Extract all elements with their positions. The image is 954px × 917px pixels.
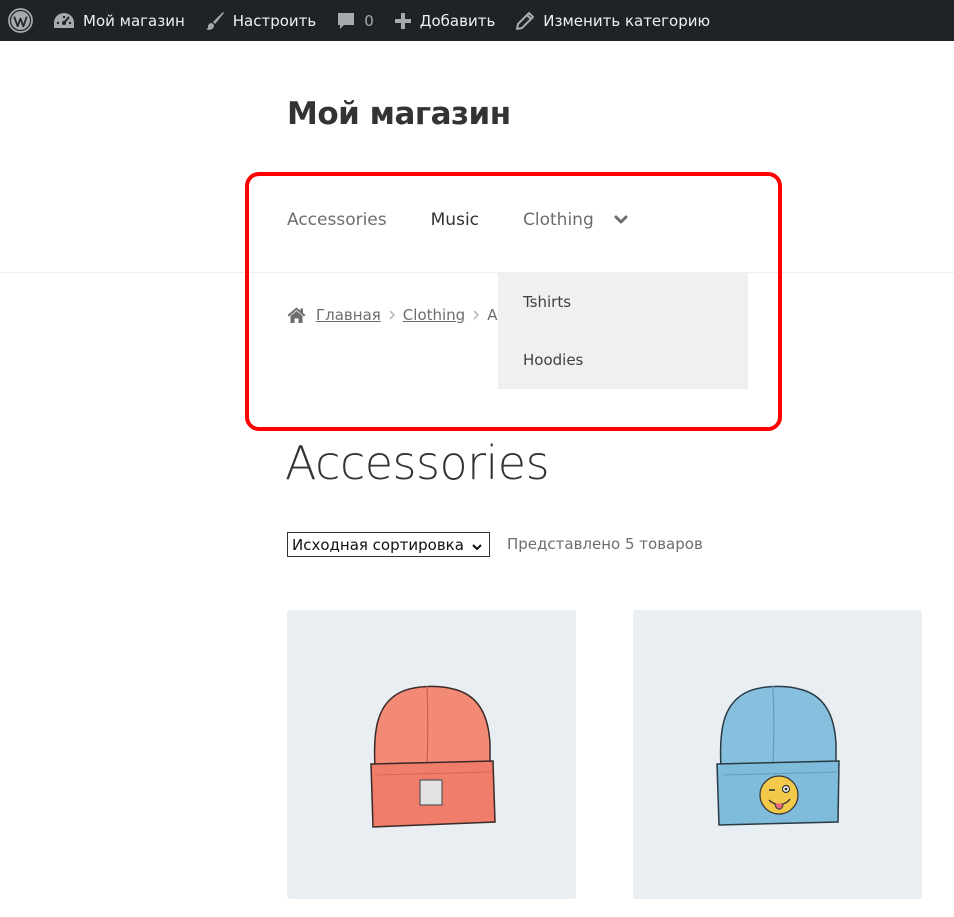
sort-select[interactable]: Исходная сортировка <box>287 532 490 557</box>
primary-navigation: Accessories Music Clothing <box>287 210 628 230</box>
breadcrumb: Главная Clothing Accessories <box>287 306 509 324</box>
page-title: Accessories <box>285 436 550 490</box>
customize-menu[interactable]: Настроить <box>195 0 326 41</box>
clothing-submenu: Tshirts Hoodies <box>498 273 748 389</box>
pencil-icon <box>515 11 535 31</box>
submenu-item-tshirts[interactable]: Tshirts <box>523 293 571 311</box>
orange-beanie-image <box>370 685 496 828</box>
nav-item-clothing[interactable]: Clothing <box>523 210 628 230</box>
product-card[interactable] <box>287 610 576 899</box>
plus-icon <box>394 12 412 30</box>
chevron-down-icon <box>471 539 483 557</box>
header-divider <box>0 272 954 273</box>
submenu-item-hoodies[interactable]: Hoodies <box>523 351 583 369</box>
brush-icon <box>205 11 225 31</box>
breadcrumb-home-link[interactable]: Главная <box>316 306 381 324</box>
edit-category-menu[interactable]: Изменить категорию <box>505 0 720 41</box>
chevron-right-icon <box>388 310 396 320</box>
chevron-right-icon <box>472 310 480 320</box>
dashboard-icon <box>53 12 75 30</box>
comments-menu[interactable]: 0 <box>326 0 384 41</box>
add-new-label: Добавить <box>419 11 496 30</box>
comments-count: 0 <box>364 11 374 30</box>
home-icon <box>287 307 306 323</box>
edit-category-label: Изменить категорию <box>543 11 711 30</box>
product-card[interactable] <box>633 610 922 899</box>
site-title[interactable]: Мой магазин <box>287 96 511 132</box>
nav-item-music[interactable]: Music <box>431 210 479 230</box>
breadcrumb-clothing-link[interactable]: Clothing <box>403 306 465 324</box>
nav-item-accessories[interactable]: Accessories <box>287 210 387 230</box>
customize-label: Настроить <box>232 11 317 30</box>
sort-select-value: Исходная сортировка <box>292 535 464 554</box>
comment-icon <box>336 11 356 31</box>
chevron-down-icon[interactable] <box>614 215 628 225</box>
result-count: Представлено 5 товаров <box>507 535 703 553</box>
site-name-label: Мой магазин <box>83 11 185 30</box>
add-new-menu[interactable]: Добавить <box>384 0 506 41</box>
wordpress-logo-icon[interactable] <box>0 0 43 41</box>
admin-bar: Мой магазин Настроить 0 Добавить Изменит… <box>0 0 954 41</box>
site-name-menu[interactable]: Мой магазин <box>43 0 195 41</box>
nav-item-clothing-label: Clothing <box>523 210 594 230</box>
blue-beanie-emoji-image <box>716 685 840 826</box>
